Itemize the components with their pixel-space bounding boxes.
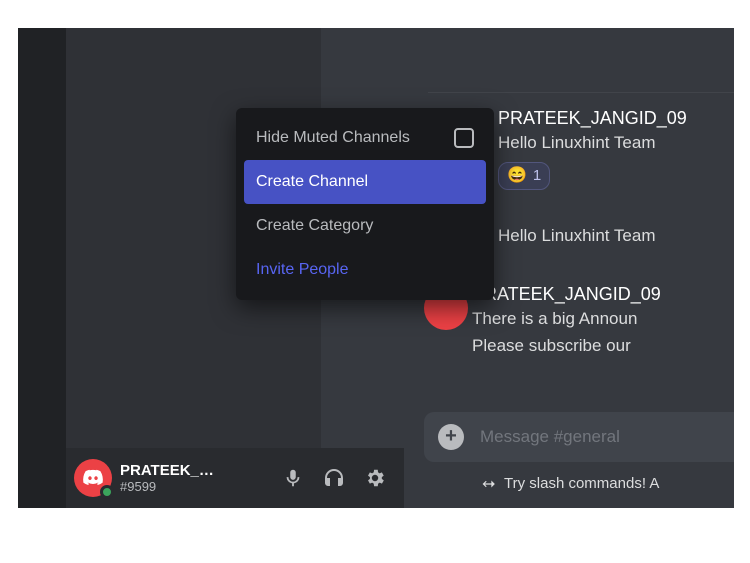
message-author: PRATEEK_JANGID_09: [498, 108, 687, 129]
reaction-pill[interactable]: 😄 1: [498, 162, 550, 190]
message: PRATEEK_JANGID_09 Hello Linuxhint Team 😄…: [498, 108, 687, 190]
message-body: Please subscribe our: [472, 334, 661, 359]
menu-item-create-channel[interactable]: Create Channel: [244, 160, 486, 204]
message-input-bar[interactable]: + Message #general: [424, 412, 734, 462]
checkbox-icon: [454, 128, 474, 148]
user-panel: PRATEEK_J... #9599: [66, 448, 404, 508]
message-body: Hello Linuxhint Team: [498, 131, 687, 156]
avatar-wrap[interactable]: [74, 459, 112, 497]
message-body: Hello Linuxhint Team: [498, 224, 656, 249]
gear-icon[interactable]: [364, 467, 386, 489]
app-frame: PRATEEK_JANGID_09 Hello Linuxhint Team 😄…: [18, 28, 734, 508]
menu-item-label: Create Channel: [256, 173, 368, 191]
microphone-icon[interactable]: [282, 467, 304, 489]
server-rail: [18, 28, 66, 508]
headphones-icon[interactable]: [322, 466, 346, 490]
menu-item-label: Hide Muted Channels: [256, 129, 410, 147]
menu-item-label: Invite People: [256, 261, 349, 279]
status-online-icon: [100, 485, 114, 499]
menu-item-invite-people[interactable]: Invite People: [244, 248, 486, 292]
context-menu: Hide Muted Channels Create Channel Creat…: [236, 108, 494, 300]
menu-item-hide-muted[interactable]: Hide Muted Channels: [244, 116, 486, 160]
message-body: There is a big Announ: [472, 307, 661, 332]
message: PRATEEK_JANGID_09 There is a big Announ …: [472, 284, 661, 358]
message-author: PRATEEK_JANGID_09: [472, 284, 661, 305]
grin-emoji-icon: 😄: [507, 168, 527, 184]
attach-button[interactable]: +: [438, 424, 464, 450]
menu-item-label: Create Category: [256, 217, 373, 235]
divider: [428, 92, 734, 93]
slash-tip-text: Try slash commands! A: [504, 475, 659, 492]
user-text: PRATEEK_J... #9599: [120, 462, 216, 494]
return-arrow-icon: [482, 477, 496, 491]
discord-logo-icon: [82, 467, 104, 489]
user-controls: [282, 466, 396, 490]
menu-item-create-category[interactable]: Create Category: [244, 204, 486, 248]
message: Hello Linuxhint Team: [498, 222, 656, 249]
slash-command-tip: Try slash commands! A: [482, 475, 659, 492]
user-display-name: PRATEEK_J...: [120, 462, 216, 479]
message-input-placeholder: Message #general: [480, 427, 620, 447]
user-tag: #9599: [120, 479, 216, 494]
reaction-count: 1: [533, 167, 541, 184]
plus-icon: +: [445, 426, 457, 446]
